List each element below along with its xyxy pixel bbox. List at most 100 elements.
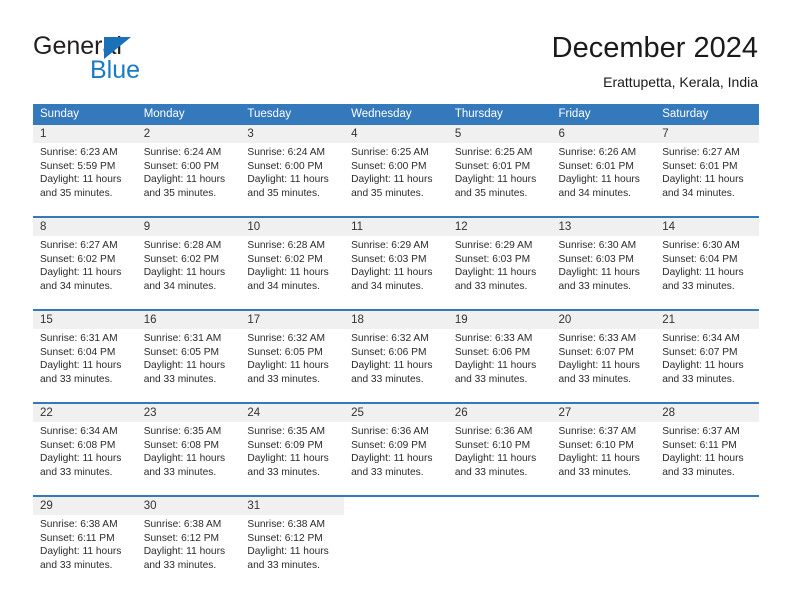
day-cell[interactable]: Sunrise: 6:25 AM Sunset: 6:00 PM Dayligh… [344,143,448,217]
day-number[interactable]: 7 [655,125,759,143]
weekday-header-tuesday: Tuesday [240,104,345,125]
sunset-text: Sunset: 6:03 PM [454,253,531,265]
daylight-text-line1: Daylight: 11 hours [454,360,537,372]
day-number[interactable]: 17 [240,309,345,329]
day-number[interactable]: 10 [240,216,345,236]
day-cell[interactable]: Sunrise: 6:36 AM Sunset: 6:10 PM Dayligh… [447,422,552,496]
day-cell[interactable]: Sunrise: 6:31 AM Sunset: 6:04 PM Dayligh… [33,329,137,403]
day-number[interactable]: 24 [240,402,345,422]
weekday-header-friday: Friday [551,104,656,125]
sunset-text: Sunset: 6:09 PM [247,439,323,451]
day-number[interactable]: 4 [344,125,448,143]
day-number[interactable]: 15 [33,309,137,329]
day-number[interactable]: 30 [136,495,241,515]
day-cell[interactable]: Sunrise: 6:34 AM Sunset: 6:08 PM Dayligh… [33,422,137,496]
sunrise-text: Sunrise: 6:37 AM [662,426,740,437]
day-number[interactable]: 11 [344,216,448,236]
day-cell[interactable]: Sunrise: 6:37 AM Sunset: 6:11 PM Dayligh… [655,422,759,496]
generalblue-logo[interactable]: General Blue [33,32,243,84]
sunrise-text: Sunrise: 6:34 AM [40,426,118,437]
daylight-text-line2: and 35 minutes. [143,187,217,199]
sunset-text: Sunset: 6:06 PM [454,346,531,358]
day-number-empty [551,495,656,515]
day-cell[interactable]: Sunrise: 6:23 AM Sunset: 5:59 PM Dayligh… [33,143,137,217]
daylight-text-line2: and 33 minutes. [40,559,113,571]
daylight-text-line1: Daylight: 11 hours [143,267,226,279]
weekday-header-monday: Monday [136,104,241,125]
sunrise-text: Sunrise: 6:29 AM [351,240,429,251]
daylight-text-line2: and 33 minutes. [558,373,632,385]
day-cell[interactable]: Sunrise: 6:35 AM Sunset: 6:09 PM Dayligh… [240,422,345,496]
daylight-text-line1: Daylight: 11 hours [351,360,433,372]
day-number[interactable]: 2 [136,125,241,143]
week-row-daynums: 15 16 17 18 19 20 21 [33,309,759,329]
sunrise-text: Sunrise: 6:26 AM [558,147,637,158]
day-cell[interactable]: Sunrise: 6:31 AM Sunset: 6:05 PM Dayligh… [136,329,241,403]
day-cell[interactable]: Sunrise: 6:30 AM Sunset: 6:04 PM Dayligh… [655,236,759,310]
day-cell[interactable]: Sunrise: 6:34 AM Sunset: 6:07 PM Dayligh… [655,329,759,403]
day-cell[interactable]: Sunrise: 6:24 AM Sunset: 6:00 PM Dayligh… [240,143,345,217]
day-number[interactable]: 13 [551,216,656,236]
daylight-text-line2: and 33 minutes. [40,466,113,478]
day-number[interactable]: 28 [655,402,759,422]
day-number[interactable]: 9 [136,216,241,236]
daylight-text-line1: Daylight: 11 hours [662,360,744,372]
day-number[interactable]: 6 [551,125,656,143]
day-cell[interactable]: Sunrise: 6:38 AM Sunset: 6:12 PM Dayligh… [136,515,241,588]
day-number[interactable]: 19 [447,309,552,329]
day-cell[interactable]: Sunrise: 6:38 AM Sunset: 6:12 PM Dayligh… [240,515,345,588]
title-block: December 2024 Erattupetta, Kerala, India [552,30,758,92]
day-number[interactable]: 21 [655,309,759,329]
day-cell[interactable]: Sunrise: 6:37 AM Sunset: 6:10 PM Dayligh… [551,422,656,496]
daylight-text-line1: Daylight: 11 hours [454,174,537,186]
week-row-details: Sunrise: 6:38 AM Sunset: 6:11 PM Dayligh… [33,515,759,588]
day-number[interactable]: 25 [344,402,448,422]
day-number[interactable]: 20 [551,309,656,329]
day-cell[interactable]: Sunrise: 6:29 AM Sunset: 6:03 PM Dayligh… [344,236,448,310]
daylight-text-line2: and 33 minutes. [558,280,632,292]
day-cell[interactable]: Sunrise: 6:35 AM Sunset: 6:08 PM Dayligh… [136,422,241,496]
week-row-details: Sunrise: 6:31 AM Sunset: 6:04 PM Dayligh… [33,329,759,403]
day-cell[interactable]: Sunrise: 6:26 AM Sunset: 6:01 PM Dayligh… [551,143,656,217]
day-cell[interactable]: Sunrise: 6:28 AM Sunset: 6:02 PM Dayligh… [240,236,345,310]
sunset-text: Sunset: 6:01 PM [558,160,634,172]
day-number[interactable]: 5 [447,125,552,143]
day-number-empty [655,495,759,515]
day-cell[interactable]: Sunrise: 6:24 AM Sunset: 6:00 PM Dayligh… [136,143,241,217]
day-cell[interactable]: Sunrise: 6:30 AM Sunset: 6:03 PM Dayligh… [551,236,656,310]
sunset-text: Sunset: 6:10 PM [454,439,531,451]
day-number[interactable]: 27 [551,402,656,422]
day-number[interactable]: 3 [240,125,345,143]
day-cell[interactable]: Sunrise: 6:32 AM Sunset: 6:05 PM Dayligh… [240,329,345,403]
daylight-text-line2: and 33 minutes. [40,373,113,385]
daylight-text-line2: and 33 minutes. [247,559,320,571]
sunrise-text: Sunrise: 6:38 AM [247,519,325,530]
day-cell[interactable]: Sunrise: 6:29 AM Sunset: 6:03 PM Dayligh… [447,236,552,310]
day-cell[interactable]: Sunrise: 6:25 AM Sunset: 6:01 PM Dayligh… [447,143,552,217]
day-cell[interactable]: Sunrise: 6:27 AM Sunset: 6:01 PM Dayligh… [655,143,759,217]
day-number[interactable]: 26 [447,402,552,422]
sunset-text: Sunset: 6:00 PM [247,160,323,172]
day-number[interactable]: 8 [33,216,137,236]
day-number[interactable]: 23 [136,402,241,422]
day-number[interactable]: 22 [33,402,137,422]
day-number[interactable]: 31 [240,495,345,515]
sunrise-text: Sunrise: 6:35 AM [143,426,222,437]
day-number[interactable]: 1 [33,125,137,143]
sunrise-text: Sunrise: 6:35 AM [247,426,325,437]
day-cell[interactable]: Sunrise: 6:33 AM Sunset: 6:07 PM Dayligh… [551,329,656,403]
day-number[interactable]: 12 [447,216,552,236]
day-cell[interactable]: Sunrise: 6:33 AM Sunset: 6:06 PM Dayligh… [447,329,552,403]
day-number[interactable]: 18 [344,309,448,329]
day-number[interactable]: 29 [33,495,137,515]
sunset-text: Sunset: 6:05 PM [247,346,323,358]
day-cell[interactable]: Sunrise: 6:36 AM Sunset: 6:09 PM Dayligh… [344,422,448,496]
day-number[interactable]: 14 [655,216,759,236]
sunrise-text: Sunrise: 6:29 AM [454,240,533,251]
day-cell[interactable]: Sunrise: 6:28 AM Sunset: 6:02 PM Dayligh… [136,236,241,310]
day-number[interactable]: 16 [136,309,241,329]
sunrise-text: Sunrise: 6:24 AM [143,147,222,158]
day-cell[interactable]: Sunrise: 6:38 AM Sunset: 6:11 PM Dayligh… [33,515,137,588]
day-cell[interactable]: Sunrise: 6:27 AM Sunset: 6:02 PM Dayligh… [33,236,137,310]
day-cell[interactable]: Sunrise: 6:32 AM Sunset: 6:06 PM Dayligh… [344,329,448,403]
